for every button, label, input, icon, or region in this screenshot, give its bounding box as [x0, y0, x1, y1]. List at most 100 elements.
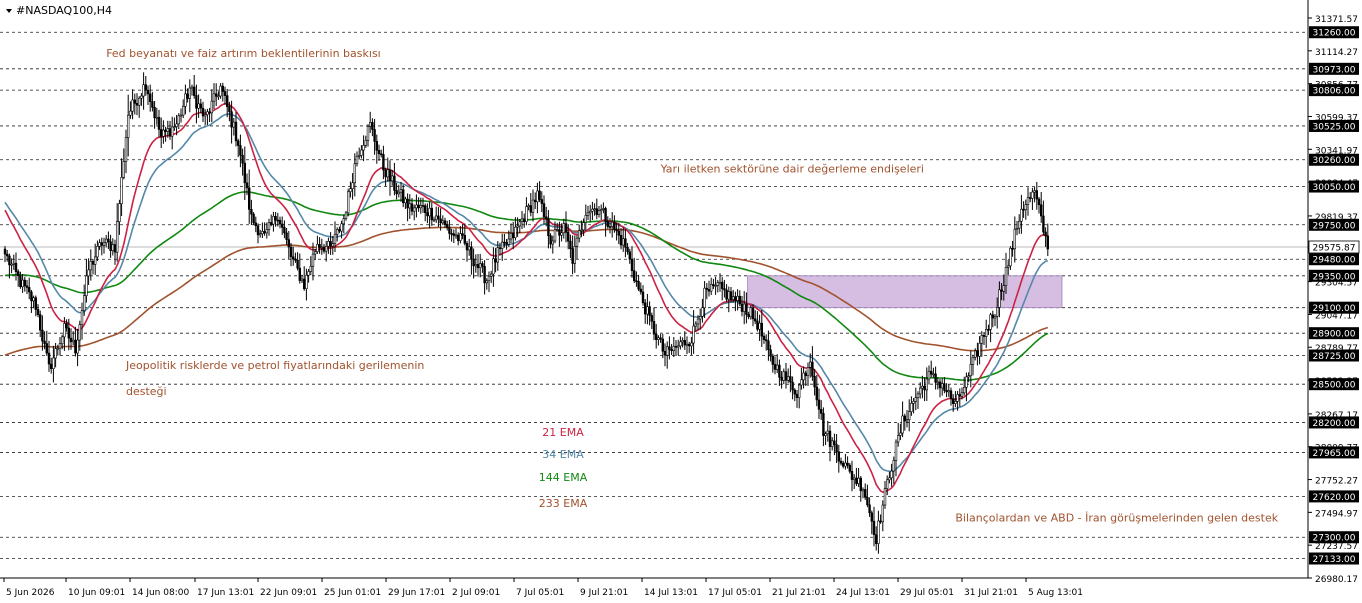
candle-body [252, 213, 255, 224]
candle-body [34, 297, 38, 310]
candle-body [465, 243, 469, 251]
candle-body [650, 315, 654, 322]
candle-body [690, 342, 693, 347]
candle-body [903, 415, 907, 422]
candle-body [819, 409, 823, 414]
candle-body [43, 340, 46, 344]
candle-body [272, 216, 275, 225]
candle-body [21, 279, 24, 288]
candle-body [965, 376, 968, 388]
candle-body [487, 275, 491, 282]
candle-body [316, 244, 319, 252]
candle-body [888, 477, 891, 481]
candle-body [120, 177, 123, 204]
candle-body [83, 295, 86, 311]
candle-body [617, 230, 621, 236]
candle-body [360, 149, 363, 156]
candle-body [463, 235, 466, 244]
candle-body [388, 169, 392, 182]
candle-body [562, 223, 566, 234]
time-tick-label: 5 Aug 13:01 [1028, 588, 1083, 598]
candle-body [879, 520, 882, 523]
candle-body [628, 251, 632, 260]
candle-body [580, 229, 583, 232]
candle-body [177, 115, 180, 125]
level-label: 27300.00 [1313, 534, 1356, 544]
candle-body [151, 101, 154, 108]
candle-body [663, 350, 667, 356]
title-group: #NASDAQ100,H4 [6, 4, 112, 17]
candle-body [615, 229, 618, 232]
candle-body [738, 295, 742, 305]
candle-body [375, 141, 378, 151]
candle-body [500, 241, 504, 249]
candle-body [245, 182, 249, 189]
candle-body [419, 205, 422, 209]
candle-body [294, 258, 297, 261]
candle-body [373, 129, 376, 142]
level-label: 30260.00 [1313, 156, 1356, 166]
candle-body [100, 242, 104, 246]
candle-body [23, 279, 26, 287]
candle-body [327, 241, 330, 247]
candle-body [751, 307, 755, 320]
candle-body [685, 343, 689, 346]
candle-body [657, 337, 660, 340]
candle-body [69, 337, 73, 343]
candle-body [237, 140, 240, 146]
candle-body [1040, 204, 1043, 217]
level-label: 29100.00 [1313, 304, 1356, 314]
candle-body [362, 144, 365, 151]
candle-body [742, 303, 746, 312]
candle-body [1046, 235, 1050, 250]
candle-body [786, 376, 790, 381]
candle-body [331, 243, 334, 247]
candle-body [533, 199, 537, 203]
candle-body [470, 246, 473, 260]
candle-body [881, 504, 885, 523]
candle-body [140, 95, 143, 99]
candle-body [991, 314, 995, 319]
candle-body [195, 95, 198, 109]
candle-body [494, 258, 497, 263]
candle-body [439, 218, 442, 224]
level-label: 30525.00 [1313, 122, 1356, 132]
annotation-text: desteği [126, 385, 167, 398]
level-label: 29480.00 [1313, 256, 1356, 266]
candle-body [839, 460, 843, 464]
candle-body [969, 364, 973, 377]
candle-body [511, 232, 515, 238]
time-tick-label: 10 Jun 09:01 [68, 588, 125, 598]
nasdaq100-h4-chart[interactable]: Fed beyanatı ve faiz artırım beklentiler… [0, 0, 1362, 603]
candle-body [107, 238, 110, 243]
candle-body [197, 103, 200, 109]
candle-body [1020, 208, 1023, 222]
candle-body [692, 325, 695, 344]
candle-body [973, 350, 977, 358]
candle-body [980, 335, 984, 344]
candle-body [30, 291, 33, 302]
candle-body [344, 212, 348, 220]
candle-body [960, 392, 964, 397]
candle-body [720, 281, 724, 289]
candle-body [540, 199, 544, 204]
candle-body [179, 114, 183, 117]
candle-body [531, 199, 535, 213]
candle-body [833, 440, 836, 445]
candle-body [778, 364, 781, 378]
candle-body [936, 381, 940, 384]
candle-body [67, 327, 71, 339]
level-label: 28725.00 [1313, 352, 1356, 362]
candle-body [872, 520, 876, 535]
candle-body [342, 218, 345, 225]
candle-body [635, 280, 638, 283]
candle-body [597, 210, 601, 215]
candle-body [105, 238, 108, 244]
candle-body [747, 314, 750, 318]
candle-body [701, 307, 704, 317]
candle-body [102, 242, 106, 246]
candle-body [63, 323, 66, 338]
candle-body [364, 140, 367, 146]
candle-body [859, 477, 863, 492]
level-label: 28500.00 [1313, 381, 1356, 391]
